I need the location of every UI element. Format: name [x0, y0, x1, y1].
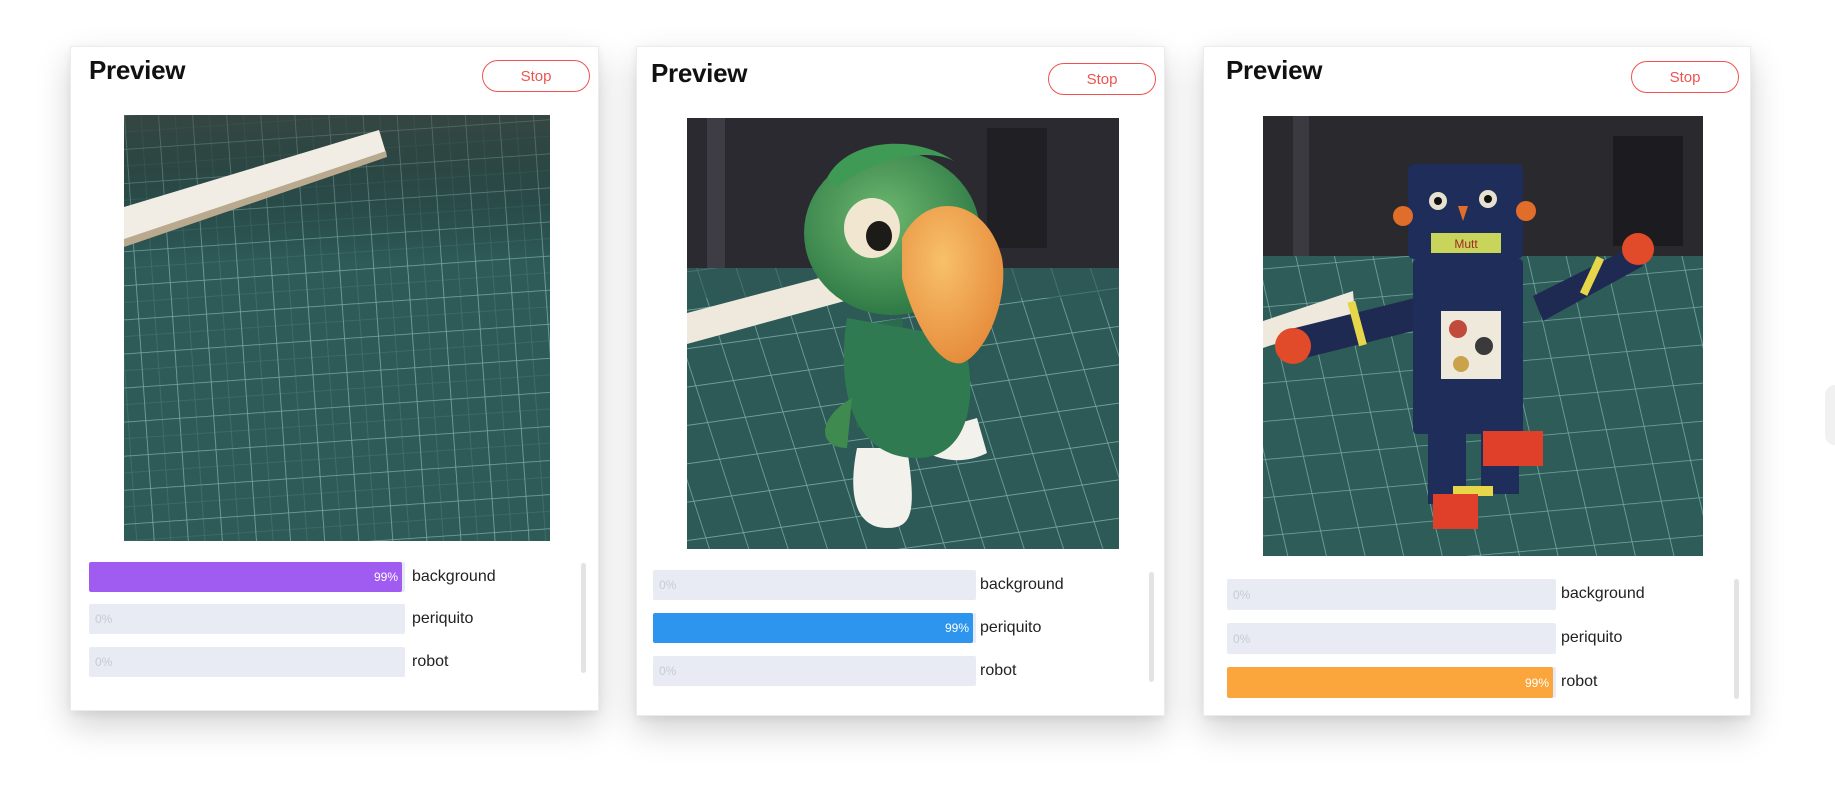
class-bar-periquito: 0% — [89, 604, 405, 634]
preview-card-2: Preview Stop 0% background 99% periquito… — [636, 46, 1165, 716]
class-label: background — [980, 576, 1064, 593]
class-label: periquito — [412, 610, 474, 627]
offscreen-card-edge — [1825, 385, 1835, 445]
class-label: periquito — [980, 619, 1042, 636]
preview-card-3: Preview Stop Mutt 0% background 0% periq… — [1203, 46, 1751, 716]
class-bar-robot: 0% — [653, 656, 976, 686]
class-bar-periquito: 99% — [653, 613, 976, 643]
card-title: Preview — [651, 58, 748, 88]
scrollbar[interactable] — [1149, 572, 1154, 682]
preview-card-1: Preview Stop 99% background 0% periquito… — [70, 46, 599, 711]
bar-percent: 0% — [1233, 587, 1251, 602]
webcam-preview-image: Mutt — [1263, 116, 1703, 556]
bar-percent: 0% — [95, 655, 113, 669]
robot-badge-text: Mutt — [1454, 237, 1478, 251]
scrollbar[interactable] — [1734, 579, 1739, 699]
class-label: periquito — [1561, 629, 1623, 646]
bar-percent: 0% — [95, 612, 113, 626]
stop-button[interactable]: Stop — [482, 60, 590, 92]
bar-percent: 0% — [659, 664, 677, 678]
class-label: robot — [412, 653, 449, 670]
class-label: background — [1561, 585, 1645, 602]
class-label: robot — [1561, 673, 1598, 690]
bar-percent: 0% — [1233, 631, 1251, 646]
parrot-toy-photo — [687, 118, 1119, 549]
robot-toy-photo: Mutt — [1263, 116, 1703, 556]
bar-fill — [89, 562, 402, 592]
bar-percent: 99% — [944, 621, 969, 635]
webcam-preview-image — [687, 118, 1119, 549]
bar-percent: 99% — [373, 570, 398, 584]
card-title: Preview — [89, 55, 186, 85]
stop-button[interactable]: Stop — [1048, 63, 1156, 95]
webcam-preview-image — [124, 115, 550, 541]
bar-fill — [1227, 667, 1553, 698]
bar-fill — [653, 613, 973, 643]
class-label: background — [412, 568, 496, 585]
class-bar-background: 0% — [653, 570, 976, 600]
class-bar-robot: 0% — [89, 647, 405, 677]
class-bar-periquito: 0% — [1227, 623, 1556, 654]
cutting-mat-background — [124, 115, 550, 541]
card-title: Preview — [1226, 55, 1323, 85]
bar-percent: 99% — [1524, 675, 1549, 690]
scrollbar[interactable] — [581, 563, 586, 673]
stop-button[interactable]: Stop — [1631, 61, 1739, 93]
class-bar-robot: 99% — [1227, 667, 1556, 698]
bar-percent: 0% — [659, 578, 677, 592]
class-label: robot — [980, 662, 1017, 679]
class-bar-background: 0% — [1227, 579, 1556, 610]
class-bar-background: 99% — [89, 562, 405, 592]
